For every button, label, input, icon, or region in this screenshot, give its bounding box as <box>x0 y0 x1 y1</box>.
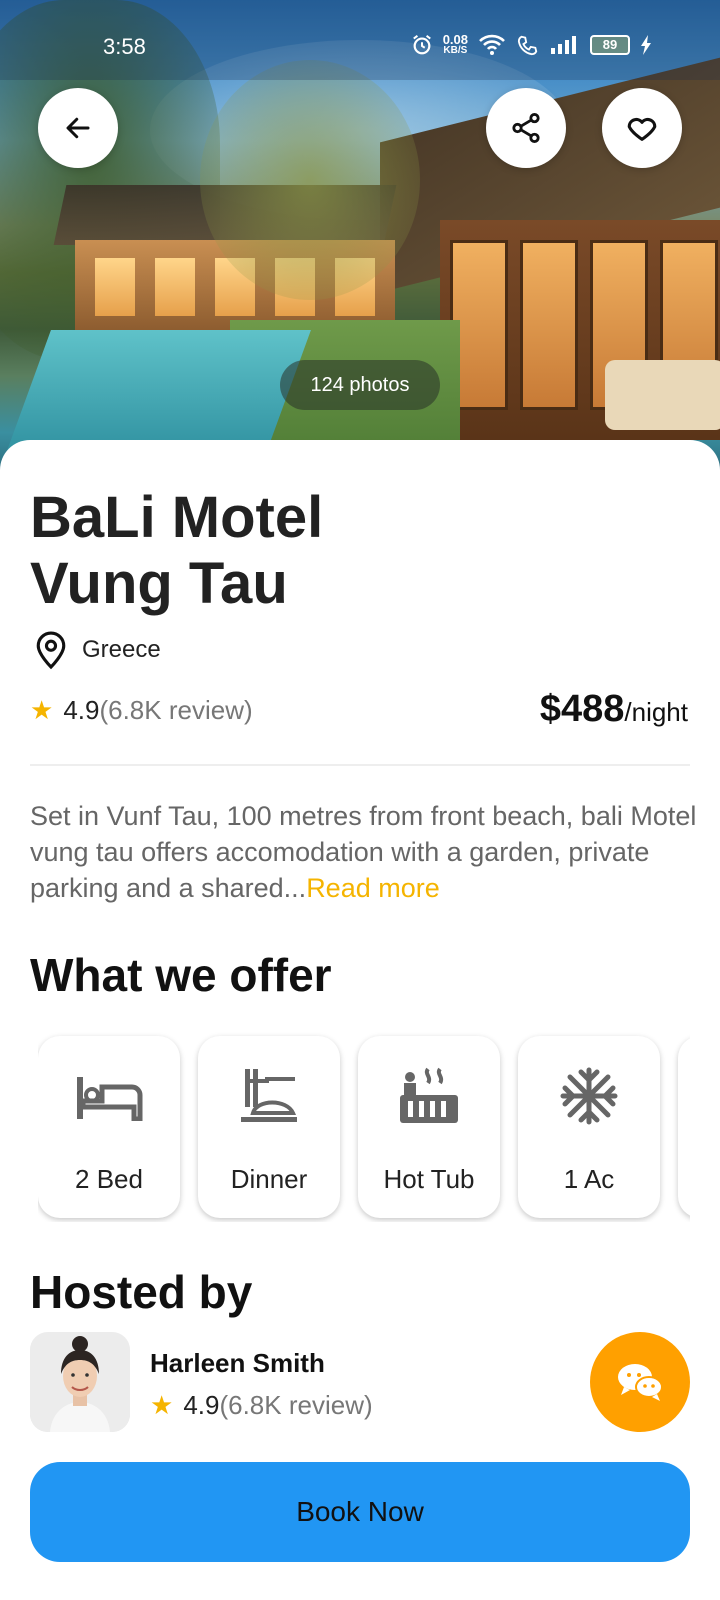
network-speed: 0.08 KB/S <box>442 32 468 56</box>
offer-label: 1 Ac <box>563 1164 615 1194</box>
offer-label: 2 Bed <box>75 1164 143 1194</box>
listing-title: BaLi Motel Vung Tau <box>30 485 430 617</box>
wifi-call-icon <box>517 35 538 56</box>
location-pin-icon <box>36 631 66 670</box>
hot-tub-icon <box>394 1066 464 1126</box>
favorite-button[interactable] <box>602 88 682 168</box>
divider <box>30 764 690 766</box>
photos-count-pill[interactable]: 124 photos <box>280 360 440 410</box>
offer-label: Dinner <box>230 1164 308 1194</box>
host-name[interactable]: Harleen Smith <box>150 1348 325 1379</box>
price-amount: $488 <box>539 688 625 730</box>
offer-card-bed[interactable]: 2 Bed <box>38 1036 180 1218</box>
chat-button[interactable] <box>590 1332 690 1432</box>
status-icons: 0.08 KB/S 89 <box>411 32 652 56</box>
status-bar: 3:58 0.08 KB/S 89 <box>0 30 720 66</box>
offers-heading: What we offer <box>30 949 332 1001</box>
listing-title-line1: BaLi Motel <box>30 485 324 550</box>
listing-rating: ★ 4.9 (6.8K review) <box>30 695 253 726</box>
offers-carousel[interactable]: 2 Bed Dinner Hot Tub 1 Ac <box>38 1032 690 1222</box>
host-photo <box>30 1332 130 1432</box>
listing-description: Set in Vunf Tau, 100 metres from front b… <box>30 798 700 906</box>
alarm-icon <box>412 35 431 55</box>
share-button[interactable] <box>486 88 566 168</box>
heart-icon <box>627 117 657 141</box>
hero-sofa <box>605 360 720 430</box>
signal-icon <box>551 36 576 54</box>
back-button[interactable] <box>38 88 118 168</box>
wifi-icon <box>479 34 505 55</box>
battery-indicator: 89 <box>590 35 630 55</box>
listing-price: $488 /night <box>540 688 688 731</box>
offer-card-partial[interactable] <box>678 1036 690 1218</box>
network-speed-value: 0.08 <box>442 32 468 47</box>
chat-icon <box>618 1364 663 1401</box>
hero-tree-center <box>200 60 420 300</box>
offer-card-hot-tub[interactable]: Hot Tub <box>358 1036 500 1218</box>
rating-value: 4.9 <box>63 695 100 725</box>
listing-location: Greece <box>34 630 161 670</box>
status-time: 3:58 <box>103 34 146 59</box>
offer-card-ac[interactable]: 1 Ac <box>518 1036 660 1218</box>
charging-icon <box>641 35 651 55</box>
bed-icon <box>74 1066 144 1126</box>
offer-card-dinner[interactable]: Dinner <box>198 1036 340 1218</box>
host-heading: Hosted by <box>30 1266 253 1318</box>
read-more-link[interactable]: Read more <box>306 873 440 903</box>
host-avatar[interactable] <box>30 1332 130 1432</box>
price-unit: /night <box>624 697 688 727</box>
snowflake-icon <box>554 1066 624 1126</box>
offer-label: Hot Tub <box>383 1164 475 1194</box>
listing-title-line2: Vung Tau <box>30 551 288 616</box>
share-icon <box>512 112 540 144</box>
arrow-left-icon <box>66 117 90 139</box>
host-rating-value: 4.9 <box>183 1390 220 1420</box>
network-speed-unit: KB/S <box>443 45 468 56</box>
host-review-count: (6.8K review) <box>219 1390 373 1420</box>
dinner-icon <box>234 1066 304 1126</box>
location-text: Greece <box>82 636 161 663</box>
host-rating: ★ 4.9 (6.8K review) <box>150 1390 373 1421</box>
review-count[interactable]: (6.8K review) <box>99 695 252 726</box>
star-icon: ★ <box>150 1390 174 1420</box>
star-icon: ★ <box>30 695 54 725</box>
book-now-button[interactable]: Book Now <box>30 1462 690 1562</box>
